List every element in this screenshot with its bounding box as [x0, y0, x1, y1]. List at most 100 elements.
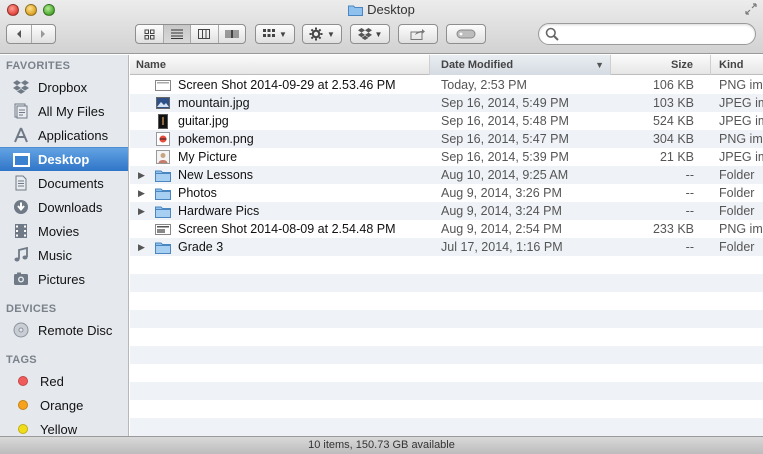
folder-icon — [348, 4, 364, 19]
sidebar-item-label: Red — [40, 373, 64, 389]
applications-icon — [12, 126, 30, 144]
file-date: Today, 2:53 PM — [441, 78, 527, 92]
table-row[interactable]: My Picture Sep 16, 2014, 5:39 PM 21 KB J… — [130, 148, 763, 166]
disc-icon — [12, 321, 30, 339]
table-row[interactable]: ▶ Hardware Pics Aug 9, 2014, 3:24 PM -- … — [130, 202, 763, 220]
sidebar-item-label: Documents — [38, 175, 104, 191]
view-switcher — [135, 24, 246, 44]
file-kind: Folder — [719, 240, 755, 254]
fullscreen-icon[interactable] — [745, 3, 757, 15]
sidebar-item-all-my-files[interactable]: All My Files — [0, 99, 128, 123]
sidebar-item-applications[interactable]: Applications — [0, 123, 128, 147]
share-icon — [410, 29, 425, 40]
sidebar-heading-tags: TAGS — [6, 354, 37, 366]
icon-view-button[interactable] — [136, 25, 164, 43]
file-kind: Folder — [719, 186, 755, 200]
table-row[interactable]: ▶ Photos Aug 9, 2014, 3:26 PM -- Folder — [130, 184, 763, 202]
file-kind: JPEG image — [719, 96, 763, 110]
arrange-button[interactable]: ▼ — [255, 24, 295, 44]
sidebar-item-label: Movies — [38, 223, 80, 239]
movies-icon — [12, 222, 30, 240]
disclosure-triangle-icon[interactable]: ▶ — [138, 166, 150, 184]
file-kind: Folder — [719, 168, 755, 182]
sidebar-item-movies[interactable]: Movies — [0, 219, 128, 243]
chevron-down-icon: ▼ — [327, 29, 335, 39]
back-button[interactable] — [7, 25, 32, 43]
empty-row — [130, 382, 763, 400]
sidebar-item-label: Desktop — [38, 152, 90, 167]
table-row[interactable]: Screen Shot 2014-09-29 at 2.53.46 PM Tod… — [130, 76, 763, 94]
disclosure-triangle-icon[interactable]: ▶ — [138, 238, 150, 256]
picture-file-icon — [155, 149, 171, 165]
coverflow-view-button[interactable] — [219, 25, 246, 43]
empty-row — [130, 256, 763, 274]
all-files-icon — [12, 102, 30, 120]
sidebar-item-label: Music — [38, 247, 72, 263]
gear-icon — [309, 27, 323, 41]
sidebar-item-downloads[interactable]: Downloads — [0, 195, 128, 219]
disclosure-triangle-icon[interactable]: ▶ — [138, 184, 150, 202]
table-row[interactable]: mountain.jpg Sep 16, 2014, 5:49 PM 103 K… — [130, 94, 763, 112]
dropbox-icon — [12, 78, 30, 96]
empty-row — [130, 310, 763, 328]
yellow-tag-dot-icon — [18, 424, 28, 434]
sidebar-heading-devices: DEVICES — [6, 303, 57, 315]
column-view-button[interactable] — [191, 25, 219, 43]
tags-button[interactable] — [446, 24, 486, 44]
empty-row — [130, 400, 763, 418]
column-header-date-modified[interactable]: Date Modified ▼ — [430, 55, 611, 75]
table-row[interactable]: ▶ New Lessons Aug 10, 2014, 9:25 AM -- F… — [130, 166, 763, 184]
share-button[interactable] — [398, 24, 438, 44]
empty-row — [130, 292, 763, 310]
dropbox-menu-button[interactable]: ▼ — [350, 24, 390, 44]
file-date: Sep 16, 2014, 5:39 PM — [441, 150, 569, 164]
column-header-kind[interactable]: Kind — [711, 55, 763, 75]
file-name: Screen Shot 2014-08-09 at 2.54.48 PM — [178, 222, 396, 236]
sidebar-item-label: Downloads — [38, 199, 103, 215]
column-header-name[interactable]: Name — [130, 55, 430, 75]
screenshot-file-icon — [155, 77, 171, 93]
empty-row — [130, 346, 763, 364]
chevron-right-icon — [41, 30, 46, 38]
table-row[interactable]: ▶ Grade 3 Jul 17, 2014, 1:16 PM -- Folde… — [130, 238, 763, 256]
table-row[interactable]: guitar.jpg Sep 16, 2014, 5:48 PM 524 KB … — [130, 112, 763, 130]
forward-button[interactable] — [32, 25, 56, 43]
chevron-down-icon: ▼ — [374, 29, 383, 39]
screenshot-file-icon — [155, 221, 171, 237]
empty-row — [130, 328, 763, 346]
sidebar-item-remote-disc[interactable]: Remote Disc — [0, 318, 128, 342]
sidebar-item-desktop[interactable]: Desktop — [0, 147, 128, 171]
file-name: pokemon.png — [178, 132, 254, 146]
sidebar-item-label: Remote Disc — [38, 322, 113, 338]
sidebar-item-music[interactable]: Music — [0, 243, 128, 267]
sidebar-tag-orange[interactable]: Orange — [0, 393, 128, 417]
sidebar-item-label: Applications — [38, 127, 109, 143]
sidebar-item-pictures[interactable]: Pictures — [0, 267, 128, 291]
table-row[interactable]: pokemon.png Sep 16, 2014, 5:47 PM 304 KB… — [130, 130, 763, 148]
file-date: Aug 9, 2014, 3:26 PM — [441, 186, 562, 200]
table-row[interactable]: Screen Shot 2014-08-09 at 2.54.48 PM Aug… — [130, 220, 763, 238]
action-menu-button[interactable]: ▼ — [302, 24, 342, 44]
window-toolbar: Desktop ▼ ▼ ▼ — [0, 0, 763, 54]
sidebar-item-documents[interactable]: Documents — [0, 171, 128, 195]
sidebar-tag-yellow[interactable]: Yellow — [0, 417, 128, 436]
sidebar-item-label: Orange — [40, 397, 84, 413]
file-kind: JPEG image — [719, 114, 763, 128]
sidebar-tag-red[interactable]: Red — [0, 369, 128, 393]
sidebar-item-label: Yellow — [40, 421, 78, 437]
list-view-button[interactable] — [163, 25, 191, 43]
search-field[interactable] — [538, 23, 756, 45]
file-kind: PNG image — [719, 78, 763, 92]
folder-icon — [155, 203, 171, 219]
disclosure-triangle-icon[interactable]: ▶ — [138, 202, 150, 220]
folder-icon — [155, 167, 171, 183]
downloads-icon — [12, 198, 30, 216]
tag-icon — [456, 29, 476, 39]
file-kind: Folder — [719, 204, 755, 218]
file-name: Photos — [178, 186, 217, 200]
file-size: 304 KB — [652, 132, 694, 146]
file-size: -- — [685, 204, 694, 218]
file-date: Sep 16, 2014, 5:47 PM — [441, 132, 569, 146]
column-header-size[interactable]: Size — [611, 55, 711, 75]
sidebar-item-dropbox[interactable]: Dropbox — [0, 75, 128, 99]
